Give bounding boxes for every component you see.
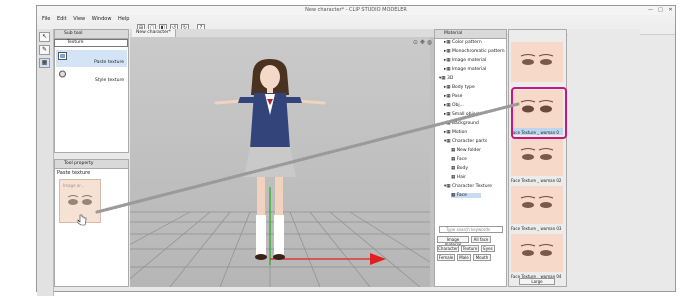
drag-indicator bbox=[95, 102, 520, 214]
